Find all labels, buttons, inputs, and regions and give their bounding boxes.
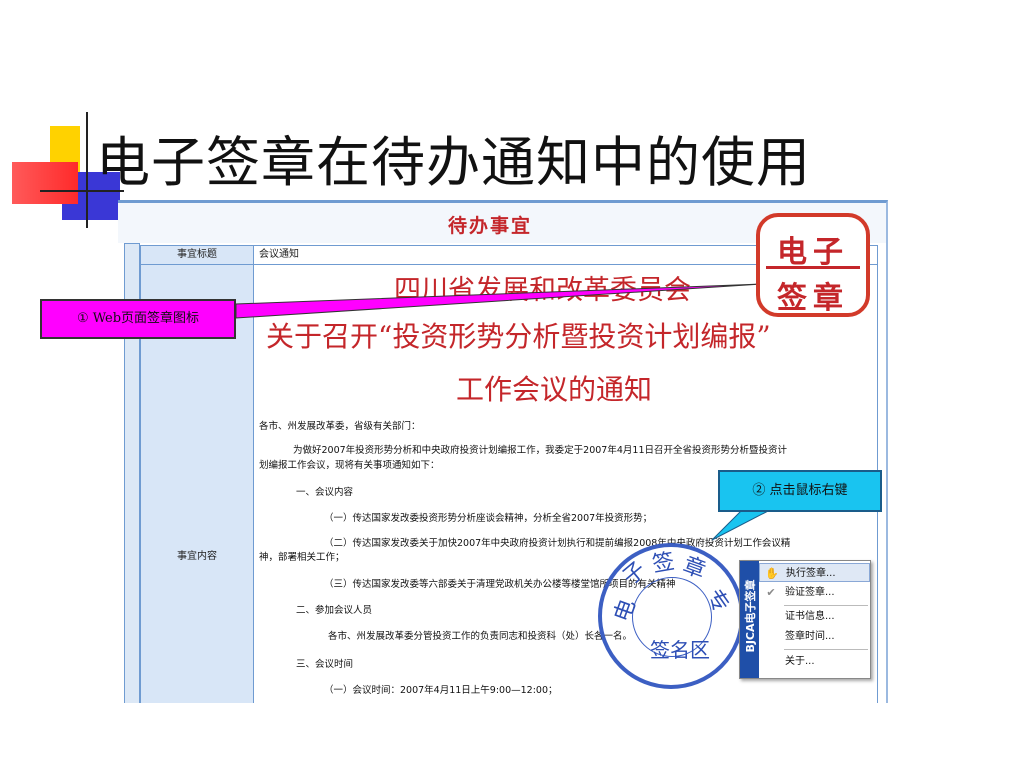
menu-item-cert-info[interactable]: 证书信息... [759,607,870,626]
stamp-label: 签名区 [650,638,710,662]
callout1-pointer [235,283,763,319]
seal-button-line-2: 签章 [777,281,849,316]
context-menu-side-label: BJCA电子签章 [744,579,757,653]
menu-separator [784,605,868,606]
context-menu: BJCA电子签章 ✋ 执行签章... ✔ 验证签章... 证书信息... 签章时… [739,560,871,679]
menu-separator [784,649,868,650]
menu-item-label: 验证签章... [785,587,835,598]
menu-item-verify-seal[interactable]: ✔ 验证签章... [759,583,870,602]
menu-item-seal-time[interactable]: 签章时间... [759,627,870,646]
stamp-icon: ✋ [765,567,779,580]
menu-item-label: 关于... [785,656,815,667]
callout-right-click: ② 点击鼠标右键 [718,470,882,512]
check-icon: ✔ [766,586,776,599]
seal-divider [766,266,860,269]
menu-item-about[interactable]: 关于... [759,652,870,671]
menu-item-label: 签章时间... [785,631,835,642]
callout2-pointer [711,509,771,541]
web-seal-button[interactable]: 电子 签章 [756,213,870,317]
menu-item-label: 证书信息... [785,611,835,622]
menu-item-execute-seal[interactable]: ✋ 执行签章... [759,563,870,582]
seal-button-line-1: 电子 [777,235,849,270]
menu-item-label: 执行签章... [786,568,836,579]
context-menu-sidebar: BJCA电子签章 [740,561,759,678]
callout-seal-icon: ① Web页面签章图标 [40,299,236,339]
